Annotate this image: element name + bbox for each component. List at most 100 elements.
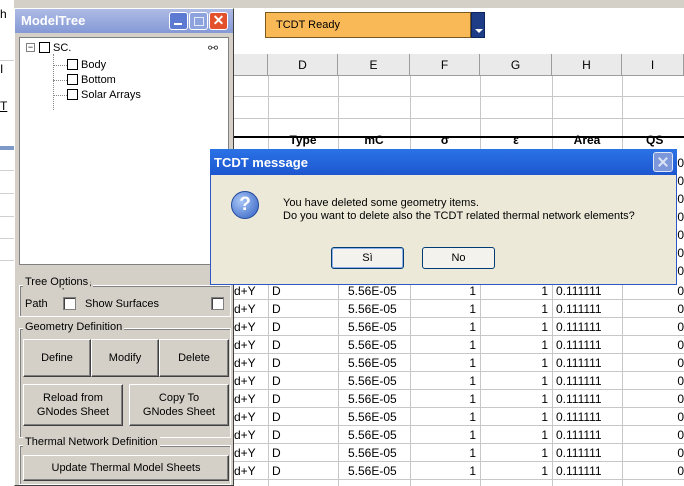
cell-sigma[interactable]: 1 [410, 336, 480, 354]
cell-mc[interactable]: 5.56E-05 [338, 300, 410, 318]
cell-qs[interactable]: 0 [622, 336, 684, 354]
cell-type[interactable]: D [272, 354, 338, 372]
cell-eps[interactable]: 1 [480, 336, 552, 354]
cell-prefix[interactable]: d+Y [234, 372, 268, 390]
yes-button[interactable]: Sì [331, 247, 404, 269]
cell-qs[interactable]: 0 [622, 300, 684, 318]
cell-area[interactable]: 0.111111 [552, 462, 622, 480]
cell-sigma[interactable]: 1 [410, 372, 480, 390]
cell-mc[interactable]: 5.56E-05 [338, 390, 410, 408]
tree-node-checkbox[interactable] [67, 59, 78, 70]
tree-node-solar-arrays[interactable]: Solar Arrays [67, 88, 141, 102]
cell-area[interactable]: 0.111111 [552, 300, 622, 318]
cell-qs[interactable]: 0 [622, 462, 684, 480]
cell-type[interactable]: D [272, 444, 338, 462]
cell-eps[interactable]: 1 [480, 426, 552, 444]
cell-prefix[interactable]: d+Y [234, 336, 268, 354]
column-header-g[interactable]: G [480, 54, 552, 76]
cell-mc[interactable]: 5.56E-05 [338, 444, 410, 462]
cell-area[interactable]: 0.111111 [552, 336, 622, 354]
cell-qs[interactable]: 0 [622, 408, 684, 426]
column-header-h[interactable]: H [552, 54, 622, 76]
status-field[interactable]: TCDT Ready [265, 12, 471, 38]
close-button[interactable]: ✕ [209, 12, 228, 30]
cell-prefix[interactable]: d+Y [234, 390, 268, 408]
cell-type[interactable]: D [272, 408, 338, 426]
tree-node-root[interactable]: SC. [39, 41, 71, 55]
cell-type[interactable]: D [272, 390, 338, 408]
cell-prefix[interactable]: d+Y [234, 462, 268, 480]
cell-sigma[interactable]: 1 [410, 354, 480, 372]
cell-qs[interactable]: 0 [622, 444, 684, 462]
update-thermal-model-button[interactable]: Update Thermal Model Sheets [23, 455, 229, 481]
cell-qs[interactable]: 0 [622, 372, 684, 390]
cell-eps[interactable]: 1 [480, 408, 552, 426]
cell-sigma[interactable]: 1 [410, 300, 480, 318]
status-dropdown-button[interactable] [471, 12, 485, 38]
cell-mc[interactable]: 5.56E-05 [338, 318, 410, 336]
cell-qs[interactable]: 0 [622, 354, 684, 372]
delete-button[interactable]: Delete [159, 339, 229, 377]
cell-sigma[interactable]: 1 [410, 390, 480, 408]
modify-button[interactable]: Modify [91, 339, 159, 377]
reload-from-gnodes-button[interactable]: Reload from GNodes Sheet [23, 384, 123, 426]
cell-qs[interactable]: 0 [622, 390, 684, 408]
column-header-c[interactable] [234, 54, 268, 76]
cell-mc[interactable]: 5.56E-05 [338, 336, 410, 354]
dialog-close-button[interactable] [653, 152, 673, 172]
cell-qs[interactable]: 0 [622, 318, 684, 336]
cell-prefix[interactable]: d+Y [234, 408, 268, 426]
cell-eps[interactable]: 1 [480, 354, 552, 372]
no-button[interactable]: No [422, 247, 495, 269]
column-header-e[interactable]: E [338, 54, 410, 76]
cell-eps[interactable]: 1 [480, 300, 552, 318]
model-tree-titlebar[interactable]: ModelTree ✕ [15, 9, 233, 33]
cell-eps[interactable]: 1 [480, 462, 552, 480]
cell-area[interactable]: 0.111111 [552, 354, 622, 372]
copy-to-gnodes-button[interactable]: Copy To GNodes Sheet [129, 384, 229, 426]
cell-prefix[interactable]: d+Y [234, 300, 268, 318]
cell-eps[interactable]: 1 [480, 318, 552, 336]
cell-type[interactable]: D [272, 336, 338, 354]
tree-node-checkbox[interactable] [67, 74, 78, 85]
cell-eps[interactable]: 1 [480, 444, 552, 462]
tree-node-checkbox[interactable] [39, 42, 50, 53]
collapse-icon[interactable]: − [26, 43, 35, 52]
tree-node-checkbox[interactable] [67, 89, 78, 100]
show-surfaces-checkbox[interactable] [211, 297, 224, 310]
cell-area[interactable]: 0.111111 [552, 318, 622, 336]
path-checkbox[interactable] [63, 297, 76, 310]
define-button[interactable]: Define [23, 339, 91, 377]
column-header-i[interactable]: I [622, 54, 684, 76]
cell-sigma[interactable]: 1 [410, 462, 480, 480]
model-tree-view[interactable]: − SC. ⚯ Body Bottom Solar Arrays [19, 37, 229, 265]
cell-mc[interactable]: 5.56E-05 [338, 462, 410, 480]
cell-sigma[interactable]: 1 [410, 426, 480, 444]
cell-type[interactable]: D [272, 318, 338, 336]
cell-type[interactable]: D [272, 372, 338, 390]
tree-node-bottom[interactable]: Bottom [67, 73, 116, 87]
column-header-d[interactable]: D [268, 54, 338, 76]
cell-prefix[interactable]: d+Y [234, 426, 268, 444]
column-header-f[interactable]: F [410, 54, 480, 76]
cell-mc[interactable]: 5.56E-05 [338, 372, 410, 390]
cell-area[interactable]: 0.111111 [552, 408, 622, 426]
cell-eps[interactable]: 1 [480, 372, 552, 390]
cell-sigma[interactable]: 1 [410, 318, 480, 336]
cell-eps[interactable]: 1 [480, 390, 552, 408]
minimize-button[interactable] [169, 12, 188, 30]
cell-type[interactable]: D [272, 462, 338, 480]
cell-prefix[interactable]: d+Y [234, 354, 268, 372]
cell-mc[interactable]: 5.56E-05 [338, 408, 410, 426]
cell-type[interactable]: D [272, 426, 338, 444]
cell-mc[interactable]: 5.56E-05 [338, 426, 410, 444]
cell-qs[interactable]: 0 [622, 426, 684, 444]
cell-area[interactable]: 0.111111 [552, 426, 622, 444]
cell-type[interactable]: D [272, 300, 338, 318]
cell-prefix[interactable]: d+Y [234, 318, 268, 336]
cell-sigma[interactable]: 1 [410, 408, 480, 426]
cell-prefix[interactable]: d+Y [234, 444, 268, 462]
tree-node-body[interactable]: Body [67, 58, 106, 72]
dialog-titlebar[interactable]: TCDT message [210, 149, 677, 175]
cell-sigma[interactable]: 1 [410, 444, 480, 462]
